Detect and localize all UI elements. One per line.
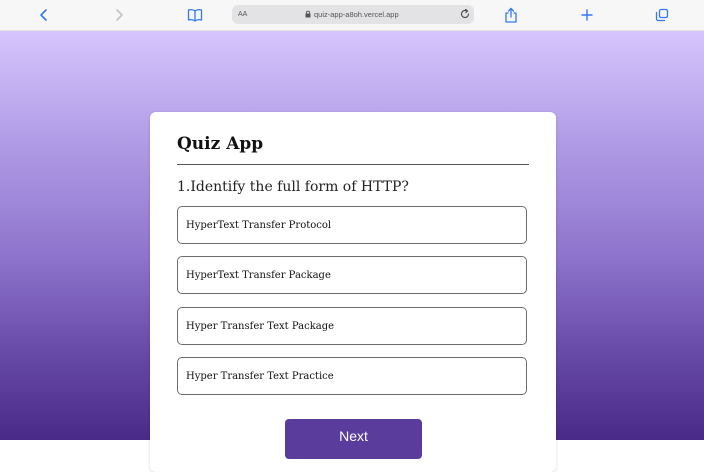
page-background: Quiz App 1.Identify the full form of HTT… [0, 31, 704, 472]
answer-option-label: HyperText Transfer Protocol [186, 220, 332, 231]
text-size-button[interactable]: AA [238, 8, 247, 21]
back-button[interactable] [33, 4, 55, 26]
share-icon [505, 7, 517, 23]
answer-option[interactable]: Hyper Transfer Text Practice [177, 357, 527, 395]
answer-option-label: Hyper Transfer Text Package [186, 321, 335, 332]
next-button-label: Next [339, 428, 368, 444]
reload-icon[interactable] [459, 8, 471, 20]
quiz-title: Quiz App [177, 134, 264, 154]
lock-icon [305, 10, 311, 18]
forward-icon [116, 9, 123, 21]
back-icon [40, 9, 47, 21]
new-tab-icon [581, 9, 593, 21]
share-button[interactable] [500, 4, 522, 26]
bookmarks-button[interactable] [184, 4, 206, 26]
quiz-card: Quiz App 1.Identify the full form of HTT… [150, 112, 556, 472]
next-button[interactable]: Next [285, 419, 422, 459]
browser-toolbar: AA quiz-app-a8oh.vercel.app [0, 0, 704, 31]
answer-option[interactable]: HyperText Transfer Protocol [177, 206, 527, 244]
answer-option-label: Hyper Transfer Text Practice [186, 371, 334, 382]
forward-button[interactable] [108, 4, 130, 26]
tabs-icon [655, 8, 669, 22]
new-tab-button[interactable] [576, 4, 598, 26]
url-text: quiz-app-a8oh.vercel.app [314, 10, 399, 19]
title-divider [177, 164, 529, 165]
bookmarks-icon [187, 9, 203, 22]
tabs-button[interactable] [651, 4, 673, 26]
address-bar[interactable]: AA quiz-app-a8oh.vercel.app [232, 5, 474, 24]
answer-option-label: HyperText Transfer Package [186, 270, 331, 281]
question-text: 1.Identify the full form of HTTP? [177, 179, 409, 195]
answer-option[interactable]: HyperText Transfer Package [177, 256, 527, 294]
answer-option[interactable]: Hyper Transfer Text Package [177, 307, 527, 345]
